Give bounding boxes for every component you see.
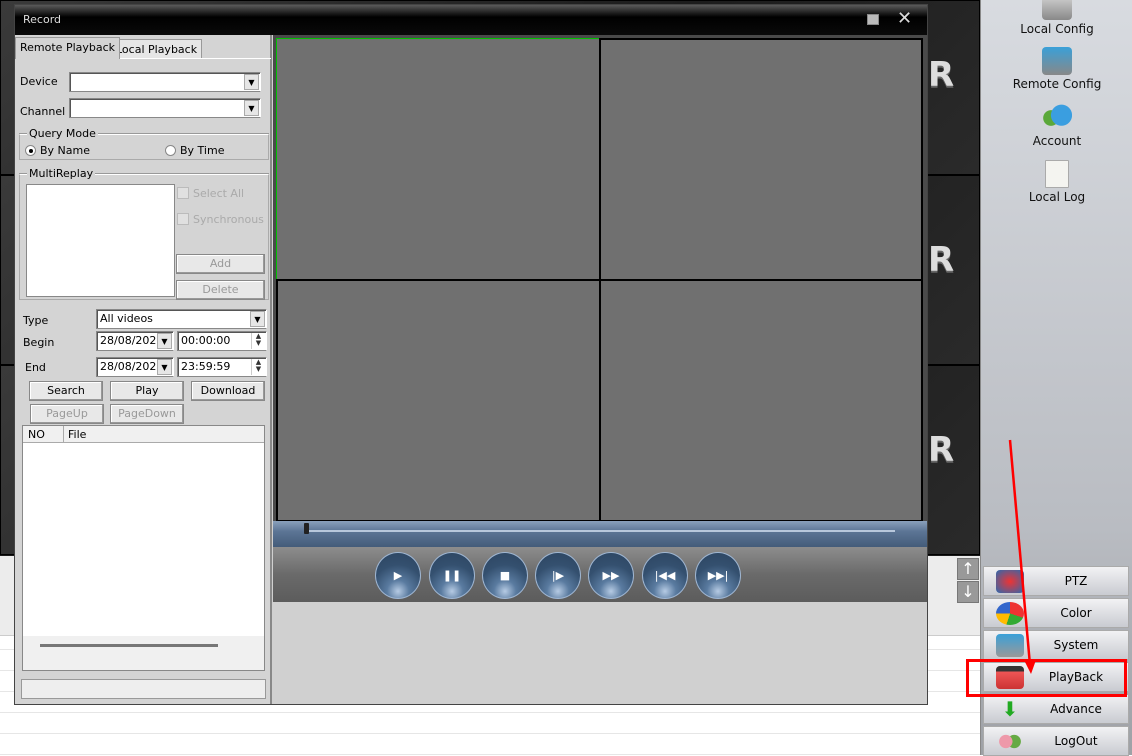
annotation-arrow [1008,439,1036,674]
tab-remote-playback[interactable]: Remote Playback [15,37,121,59]
